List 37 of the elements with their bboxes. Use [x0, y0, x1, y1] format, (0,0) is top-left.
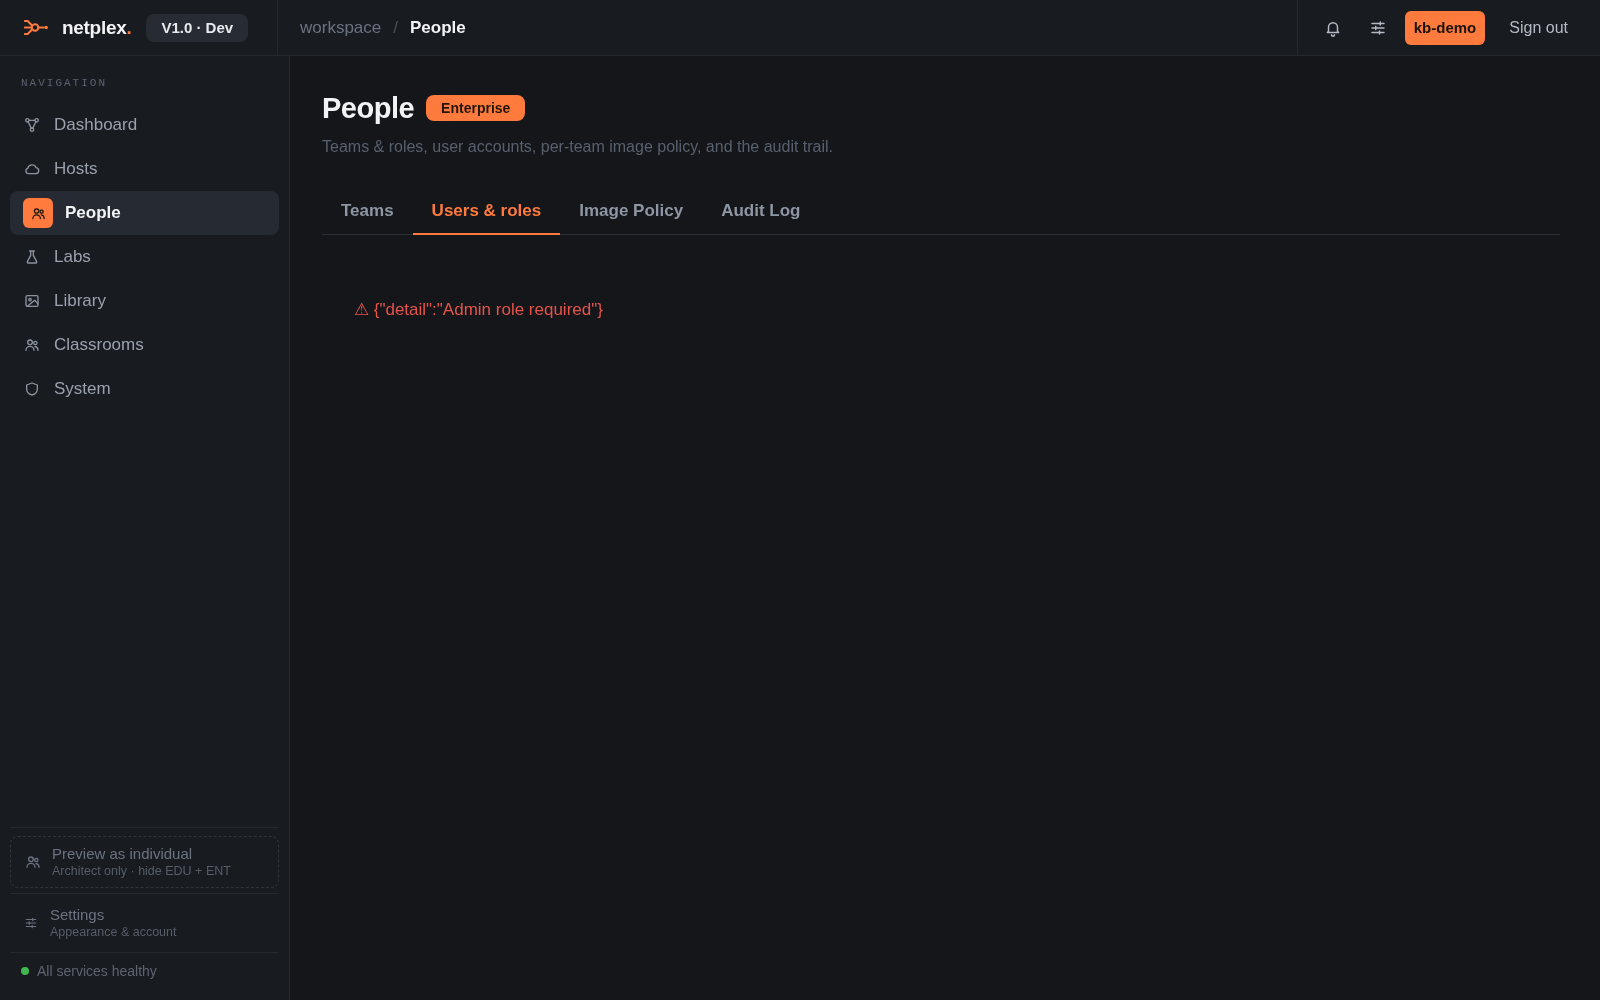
nodes-icon — [24, 117, 40, 133]
shield-icon — [24, 381, 40, 397]
preview-toggle[interactable]: Preview as individual Architect only · hide EDU + ENT — [10, 836, 279, 888]
tab[interactable]: Teams — [322, 188, 413, 235]
users-icon — [24, 337, 40, 353]
breadcrumb-link[interactable]: People — [410, 17, 466, 38]
breadcrumb-separator: / — [393, 17, 398, 38]
tab[interactable]: Audit Log — [702, 188, 820, 235]
users-icon — [25, 854, 41, 870]
sidebar-item[interactable]: Labs — [10, 235, 279, 279]
sidebar-item[interactable]: Hosts — [10, 147, 279, 191]
status-label: All services healthy — [37, 963, 157, 979]
settings-link[interactable]: Settings Appearance & account — [10, 893, 279, 953]
page-title: People — [322, 91, 415, 125]
sidebar-item[interactable]: People — [10, 191, 279, 235]
image-icon — [24, 293, 40, 309]
users-icon — [23, 198, 53, 228]
flask-icon — [24, 249, 40, 265]
sidebar-item[interactable]: Dashboard — [10, 103, 279, 147]
logo-icon — [23, 18, 49, 37]
plan-badge: Enterprise — [426, 95, 526, 121]
tab[interactable]: Users & roles — [412, 188, 561, 235]
user-button[interactable]: kb-demo — [1404, 10, 1486, 45]
sidebar-item[interactable]: System — [10, 367, 279, 411]
sidebar-item[interactable]: Library — [10, 279, 279, 323]
error-message: ⚠ {"detail":"Admin role required"} — [353, 300, 604, 320]
tab[interactable]: Image Policy — [560, 188, 703, 235]
sign-out-button[interactable]: Sign out — [1501, 12, 1576, 43]
sidebar-item[interactable]: Classrooms — [10, 323, 279, 367]
sliders-icon — [24, 916, 38, 930]
breadcrumb-link[interactable]: workspace — [300, 17, 382, 38]
page-description: Teams & roles, user accounts, per-team image policy, and the audit trail. — [322, 137, 835, 156]
brand-name: netplex. — [62, 16, 132, 39]
sliders-icon — [1368, 18, 1387, 37]
version-pill: V1.0 · Dev — [146, 13, 249, 42]
cloud-icon — [24, 161, 40, 177]
section-label: NAVIGATION — [20, 76, 108, 90]
